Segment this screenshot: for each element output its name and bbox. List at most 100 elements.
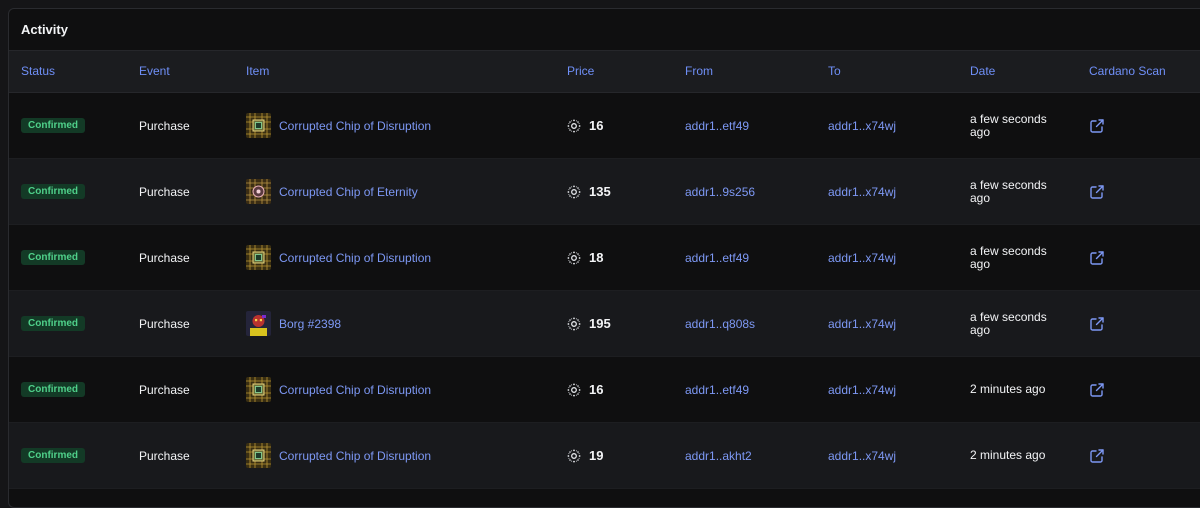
price-cell: 195 [567,291,611,356]
from-cell: addr1..q808s [685,291,755,356]
to-address-link[interactable]: addr1..x74wj [828,119,896,133]
external-link-icon[interactable] [1089,118,1105,134]
activity-table: Status Event Item Price From To Date Car… [9,51,1200,489]
external-link-icon[interactable] [1089,448,1105,464]
price-value: 135 [589,184,611,199]
to-address-link[interactable]: addr1..x74wj [828,383,896,397]
status-cell: Confirmed [21,225,85,290]
event-label: Purchase [139,448,190,463]
column-cardano-scan[interactable]: Cardano Scan [1089,51,1166,92]
price-cell: 18 [567,225,603,290]
from-address-link[interactable]: addr1..9s256 [685,185,755,199]
date-cell: a few seconds ago [970,291,1060,356]
date-text: a few seconds ago [970,177,1047,205]
to-cell: addr1..x74wj [828,357,896,422]
price-value: 19 [589,448,604,463]
to-cell: addr1..x74wj [828,159,896,224]
external-link-icon[interactable] [1089,316,1105,332]
scan-cell [1089,93,1105,158]
column-date[interactable]: Date [970,51,995,92]
item-link[interactable]: Corrupted Chip of Disruption [279,383,431,397]
event-cell: Purchase [139,423,190,488]
status-badge: Confirmed [21,250,85,265]
item-link[interactable]: Corrupted Chip of Disruption [279,251,431,265]
to-cell: addr1..x74wj [828,93,896,158]
table-row: Confirmed Purchase Corrupted Chip of Dis… [9,357,1200,423]
event-cell: Purchase [139,159,190,224]
column-from[interactable]: From [685,51,713,92]
price-value: 195 [589,316,611,331]
from-address-link[interactable]: addr1..etf49 [685,251,749,265]
scan-cell [1089,225,1105,290]
item-thumbnail[interactable] [246,245,271,270]
panel-title: Activity [21,22,68,37]
from-cell: addr1..etf49 [685,357,749,422]
status-cell: Confirmed [21,159,85,224]
to-address-link[interactable]: addr1..x74wj [828,251,896,265]
item-link[interactable]: Corrupted Chip of Eternity [279,185,418,199]
ada-icon [567,449,581,462]
status-cell: Confirmed [21,291,85,356]
column-item[interactable]: Item [246,51,269,92]
table-header: Status Event Item Price From To Date Car… [9,51,1200,93]
from-cell: addr1..akht2 [685,423,752,488]
column-to[interactable]: To [828,51,841,92]
column-status[interactable]: Status [21,51,55,92]
event-label: Purchase [139,382,190,397]
scan-cell [1089,357,1105,422]
item-link[interactable]: Corrupted Chip of Disruption [279,449,431,463]
scan-cell [1089,159,1105,224]
to-cell: addr1..x74wj [828,225,896,290]
from-cell: addr1..9s256 [685,159,755,224]
status-badge: Confirmed [21,316,85,331]
from-address-link[interactable]: addr1..etf49 [685,119,749,133]
item-cell: Corrupted Chip of Disruption [246,225,431,290]
external-link-icon[interactable] [1089,382,1105,398]
ada-icon [567,317,581,330]
item-thumbnail[interactable] [246,377,271,402]
table-body: Confirmed Purchase Corrupted Chip of Dis… [9,93,1200,489]
date-cell: a few seconds ago [970,225,1060,290]
price-value: 18 [589,250,604,265]
event-label: Purchase [139,118,190,133]
status-badge: Confirmed [21,448,85,463]
scan-cell [1089,423,1105,488]
ada-icon [567,119,581,132]
item-cell: Borg #2398 [246,291,341,356]
from-cell: addr1..etf49 [685,225,749,290]
item-cell: Corrupted Chip of Eternity [246,159,418,224]
date-cell: a few seconds ago [970,159,1060,224]
date-cell: a few seconds ago [970,93,1060,158]
event-label: Purchase [139,184,190,199]
external-link-icon[interactable] [1089,250,1105,266]
to-address-link[interactable]: addr1..x74wj [828,449,896,463]
from-address-link[interactable]: addr1..q808s [685,317,755,331]
status-cell: Confirmed [21,423,85,488]
column-price[interactable]: Price [567,51,594,92]
from-address-link[interactable]: addr1..akht2 [685,449,752,463]
from-address-link[interactable]: addr1..etf49 [685,383,749,397]
to-address-link[interactable]: addr1..x74wj [828,185,896,199]
price-cell: 135 [567,159,611,224]
event-label: Purchase [139,250,190,265]
item-link[interactable]: Corrupted Chip of Disruption [279,119,431,133]
date-cell: 2 minutes ago [970,423,1060,488]
activity-panel: Activity Status Event Item Price From To… [8,8,1200,508]
item-thumbnail[interactable] [246,179,271,204]
status-badge: Confirmed [21,118,85,133]
table-row: Confirmed Purchase Corrupted Chip of Dis… [9,93,1200,159]
date-text: a few seconds ago [970,111,1047,139]
event-cell: Purchase [139,225,190,290]
panel-header: Activity [9,9,1200,51]
from-cell: addr1..etf49 [685,93,749,158]
item-thumbnail[interactable] [246,311,271,336]
external-link-icon[interactable] [1089,184,1105,200]
event-cell: Purchase [139,93,190,158]
column-event[interactable]: Event [139,51,170,92]
item-thumbnail[interactable] [246,113,271,138]
status-badge: Confirmed [21,382,85,397]
to-address-link[interactable]: addr1..x74wj [828,317,896,331]
item-thumbnail[interactable] [246,443,271,468]
item-link[interactable]: Borg #2398 [279,317,341,331]
scan-cell [1089,291,1105,356]
